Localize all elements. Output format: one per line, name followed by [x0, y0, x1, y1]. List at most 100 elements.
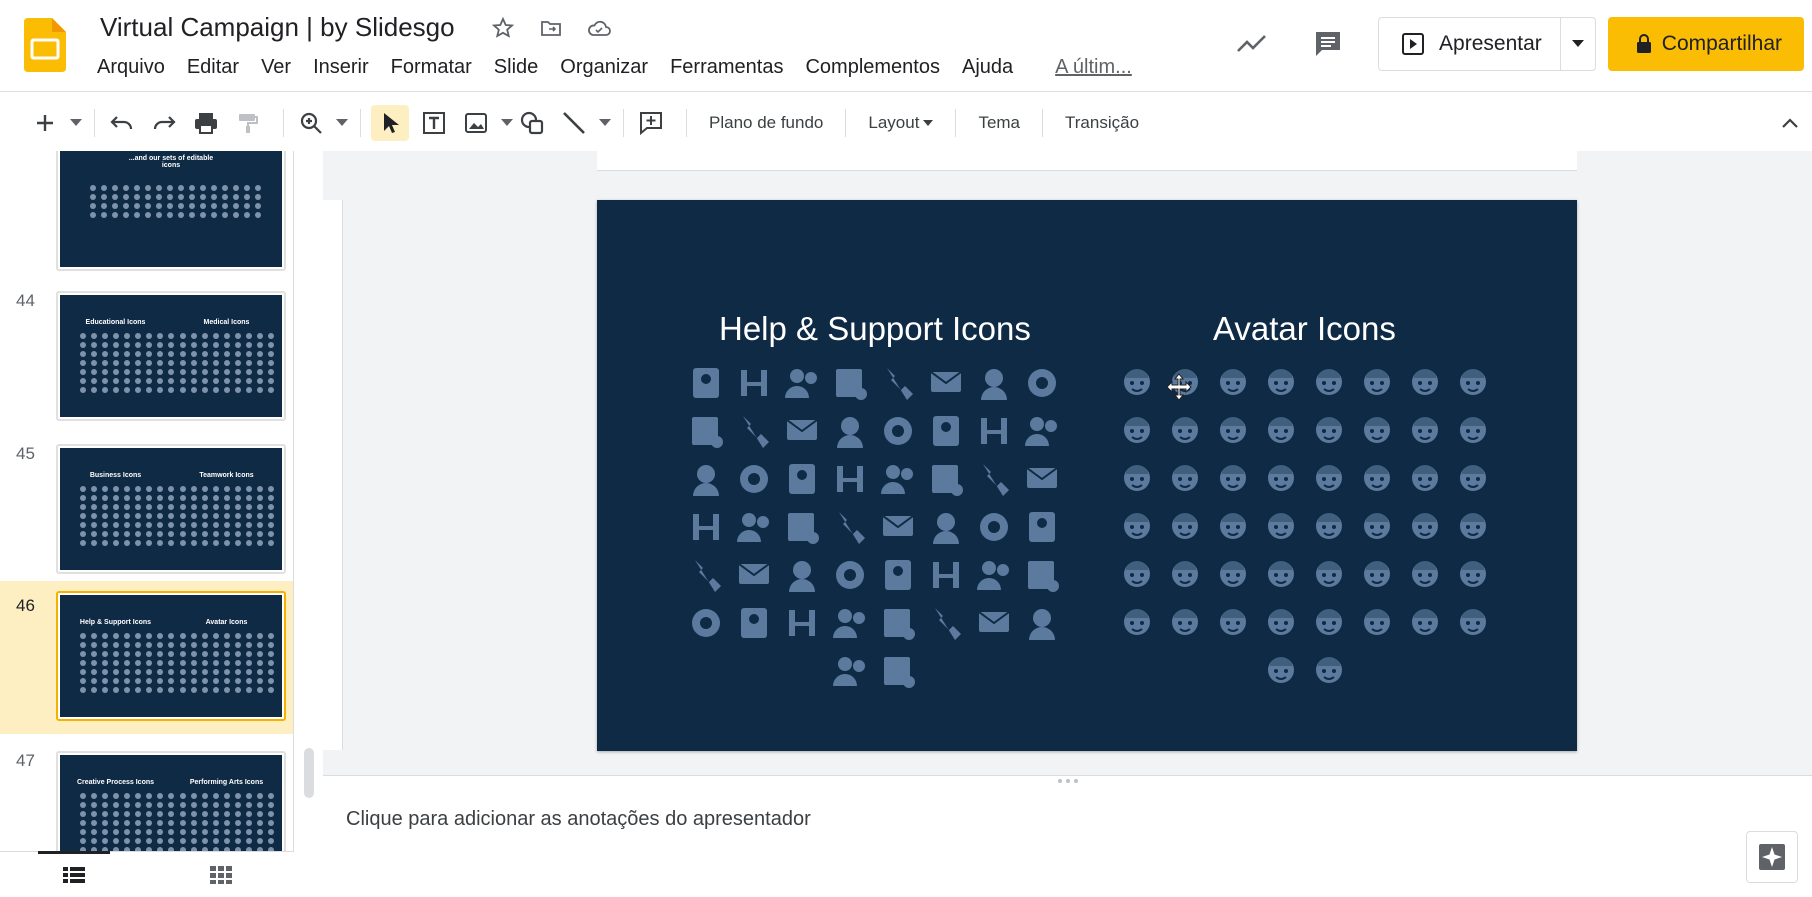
help-support-icon[interactable]: [973, 362, 1015, 404]
help-support-icon[interactable]: [1021, 458, 1063, 500]
slide-thumbnail[interactable]: Educational Icons Medical Icons: [56, 291, 286, 421]
speaker-notes-input[interactable]: Clique para adicionar as anotações do ap…: [346, 808, 811, 831]
help-support-icon[interactable]: [1021, 554, 1063, 596]
avatar-icon[interactable]: [1164, 602, 1206, 644]
theme-button[interactable]: Tema: [966, 113, 1032, 133]
avatar-icon[interactable]: [1452, 362, 1494, 404]
help-support-icon[interactable]: [829, 650, 871, 692]
avatar-icon[interactable]: [1308, 410, 1350, 452]
menu-tools[interactable]: Ferramentas: [659, 56, 794, 79]
help-support-icon[interactable]: [973, 554, 1015, 596]
avatar-icon[interactable]: [1452, 602, 1494, 644]
help-support-icon[interactable]: [877, 506, 919, 548]
paint-format-icon[interactable]: [231, 105, 265, 141]
avatar-icon[interactable]: [1308, 650, 1350, 692]
avatar-icon[interactable]: [1260, 602, 1302, 644]
avatar-icon[interactable]: [1452, 554, 1494, 596]
help-support-icon[interactable]: [685, 458, 727, 500]
avatar-heading[interactable]: Avatar Icons: [1213, 310, 1396, 348]
avatar-icon[interactable]: [1260, 554, 1302, 596]
help-support-icon[interactable]: [733, 362, 775, 404]
avatar-icon[interactable]: [1260, 410, 1302, 452]
help-support-icon[interactable]: [877, 602, 919, 644]
help-support-icon[interactable]: [733, 602, 775, 644]
avatar-icon[interactable]: [1404, 458, 1446, 500]
help-support-icon[interactable]: [829, 362, 871, 404]
avatar-icon[interactable]: [1260, 362, 1302, 404]
help-support-icon[interactable]: [781, 602, 823, 644]
help-support-icon[interactable]: [1021, 602, 1063, 644]
help-support-icon[interactable]: [733, 554, 775, 596]
help-support-icon[interactable]: [781, 458, 823, 500]
avatar-icon[interactable]: [1404, 362, 1446, 404]
cloud-saved-icon[interactable]: [586, 15, 612, 41]
new-slide-layout-dropdown[interactable]: [70, 116, 84, 130]
help-support-icon[interactable]: [781, 506, 823, 548]
line-icon[interactable]: [557, 105, 591, 141]
avatar-icon[interactable]: [1260, 458, 1302, 500]
help-support-icon[interactable]: [781, 410, 823, 452]
undo-icon[interactable]: [105, 105, 139, 141]
select-tool-icon[interactable]: [371, 105, 409, 141]
comments-icon[interactable]: [1310, 26, 1346, 62]
help-support-icon[interactable]: [1021, 506, 1063, 548]
add-comment-icon[interactable]: [634, 105, 668, 141]
slides-logo[interactable]: [24, 18, 66, 72]
avatar-icon-set[interactable]: [1116, 362, 1494, 692]
help-support-icon[interactable]: [973, 506, 1015, 548]
line-dropdown[interactable]: [599, 116, 613, 130]
avatar-icon[interactable]: [1116, 602, 1158, 644]
filmstrip-item[interactable]: ...and our sets of editable icons: [0, 151, 293, 276]
avatar-icon[interactable]: [1308, 506, 1350, 548]
layout-button[interactable]: Layout: [856, 113, 945, 133]
menu-edit[interactable]: Editar: [176, 56, 250, 79]
help-support-icon[interactable]: [877, 554, 919, 596]
avatar-icon[interactable]: [1308, 458, 1350, 500]
document-title[interactable]: Virtual Campaign | by Slidesgo: [100, 12, 455, 43]
avatar-icon[interactable]: [1452, 410, 1494, 452]
explore-button[interactable]: [1746, 831, 1798, 883]
help-support-icon[interactable]: [781, 362, 823, 404]
filmstrip-item[interactable]: 45 Business Icons Teamwork Icons: [0, 432, 293, 582]
insert-image-icon[interactable]: [459, 105, 493, 141]
filmstrip-item[interactable]: 44 Educational Icons Medical Icons: [0, 279, 293, 429]
slide-thumbnail[interactable]: ...and our sets of editable icons: [56, 151, 286, 271]
help-support-icon[interactable]: [925, 362, 967, 404]
collapse-toolbar-icon[interactable]: [1778, 112, 1802, 136]
current-slide[interactable]: Help & Support Icons Avatar Icons: [597, 200, 1577, 751]
star-icon[interactable]: [490, 15, 516, 41]
horizontal-ruler[interactable]: [597, 151, 1577, 171]
present-options-dropdown[interactable]: [1561, 18, 1595, 70]
zoom-dropdown[interactable]: [336, 116, 350, 130]
transition-button[interactable]: Transição: [1053, 113, 1151, 133]
shape-icon[interactable]: [515, 105, 549, 141]
activity-dashboard-icon[interactable]: [1234, 26, 1270, 62]
avatar-icon[interactable]: [1404, 410, 1446, 452]
slide-thumbnail[interactable]: Business Icons Teamwork Icons: [56, 444, 286, 574]
help-support-icon[interactable]: [925, 506, 967, 548]
help-support-icon[interactable]: [685, 410, 727, 452]
new-slide-button[interactable]: [28, 105, 62, 141]
help-support-icon[interactable]: [685, 362, 727, 404]
help-support-icon[interactable]: [685, 602, 727, 644]
grid-view-button[interactable]: [147, 852, 294, 897]
help-support-icon[interactable]: [685, 554, 727, 596]
avatar-icon[interactable]: [1404, 554, 1446, 596]
filmstrip-item[interactable]: 47 Creative Process Icons Performing Art…: [0, 739, 293, 851]
avatar-icon[interactable]: [1212, 458, 1254, 500]
filmstrip-view-button[interactable]: [0, 851, 147, 897]
help-support-icon[interactable]: [829, 554, 871, 596]
avatar-icon[interactable]: [1452, 506, 1494, 548]
menu-insert[interactable]: Inserir: [302, 56, 380, 79]
avatar-icon[interactable]: [1164, 458, 1206, 500]
avatar-icon[interactable]: [1164, 554, 1206, 596]
avatar-icon[interactable]: [1116, 410, 1158, 452]
help-support-icon-set[interactable]: [685, 362, 1063, 692]
help-support-icon[interactable]: [973, 602, 1015, 644]
help-support-icon[interactable]: [829, 602, 871, 644]
avatar-icon[interactable]: [1356, 410, 1398, 452]
help-support-icon[interactable]: [973, 458, 1015, 500]
filmstrip-scrollbar[interactable]: [304, 748, 314, 798]
zoom-icon[interactable]: [294, 105, 328, 141]
text-box-icon[interactable]: [417, 105, 451, 141]
